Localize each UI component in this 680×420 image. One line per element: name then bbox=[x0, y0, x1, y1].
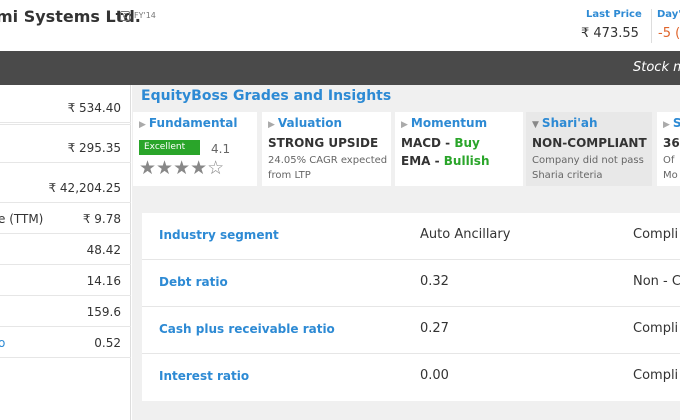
day-change-value: -5 ( bbox=[658, 26, 680, 41]
shariah-card[interactable]: ▼ Shari'ah NON-COMPLIANT Company did not … bbox=[526, 112, 652, 186]
metric-row: ₹ 42,204.25 bbox=[0, 163, 131, 203]
metric-value: ₹ 295.35 bbox=[67, 141, 121, 155]
metric-label[interactable]: o bbox=[0, 336, 5, 350]
excellent-badge: Excellent bbox=[139, 140, 200, 155]
next-grade-title[interactable]: ▶ S bbox=[663, 116, 680, 130]
day-change-label: Day' bbox=[657, 9, 680, 20]
table-row: Industry segment Auto Ancillary Compli bbox=[142, 213, 680, 260]
ema-label: EMA - bbox=[401, 154, 444, 168]
ema-line: EMA - Bullish bbox=[401, 154, 489, 168]
expand-triangle-icon: ▶ bbox=[401, 120, 408, 130]
macd-value: Buy bbox=[454, 136, 480, 150]
row-label[interactable]: Debt ratio bbox=[159, 275, 228, 289]
row-status: Non - C bbox=[633, 274, 680, 289]
valuation-line1: 24.05% CAGR expected bbox=[268, 155, 388, 166]
row-value: Auto Ancillary bbox=[420, 227, 511, 242]
metric-value: 14.16 bbox=[86, 274, 121, 288]
star-rating: ★★★★☆ bbox=[139, 157, 225, 179]
metric-label: e (TTM) bbox=[0, 212, 44, 226]
stock-nav-text[interactable]: Stock m bbox=[633, 60, 680, 75]
metric-value: ₹ 42,204.25 bbox=[48, 181, 121, 195]
row-status: Compli bbox=[633, 321, 679, 336]
next-grade-line2: Mo bbox=[663, 170, 678, 181]
expand-triangle-icon: ▶ bbox=[139, 120, 146, 130]
valuation-card[interactable]: ▶ Valuation STRONG UPSIDE 24.05% CAGR exp… bbox=[262, 112, 391, 186]
metric-value: 48.42 bbox=[86, 243, 121, 257]
metric-row: 14.16 bbox=[0, 265, 131, 296]
metric-value: ₹ 9.78 bbox=[82, 212, 121, 226]
momentum-title[interactable]: ▶ Momentum bbox=[401, 116, 487, 130]
row-value: 0.00 bbox=[420, 368, 449, 383]
table-row: Debt ratio 0.32 Non - C bbox=[142, 260, 680, 307]
macd-line: MACD - Buy bbox=[401, 136, 480, 150]
last-price-label: Last Price bbox=[586, 9, 642, 20]
momentum-card[interactable]: ▶ Momentum MACD - Buy EMA - Bullish bbox=[395, 112, 523, 186]
metric-value: 0.52 bbox=[94, 336, 121, 350]
grades-title: EquityBoss Grades and Insights bbox=[141, 88, 392, 104]
row-label[interactable]: Cash plus receivable ratio bbox=[159, 322, 335, 336]
shariah-title[interactable]: ▼ Shari'ah bbox=[532, 116, 598, 130]
expand-triangle-icon: ▶ bbox=[663, 120, 670, 130]
fiscal-year-label: FY'14 bbox=[134, 11, 156, 20]
collapse-triangle-icon: ▼ bbox=[532, 120, 539, 130]
expand-triangle-icon: ▶ bbox=[268, 120, 275, 130]
stock-header: mi Systems Ltd. C FY'14 Last Price ₹ 473… bbox=[0, 0, 680, 50]
shariah-line1: Company did not pass bbox=[532, 155, 644, 166]
row-value: 0.27 bbox=[420, 321, 449, 336]
table-row: Interest ratio 0.00 Compli bbox=[142, 354, 680, 401]
stock-nav-bar: Stock m bbox=[0, 51, 680, 85]
fundamental-score: 4.1 bbox=[211, 142, 231, 156]
metric-row: 159.6 bbox=[0, 296, 131, 327]
next-grade-card[interactable]: ▶S 36. Of Mo bbox=[657, 112, 680, 186]
row-label[interactable]: Industry segment bbox=[159, 228, 279, 242]
fundamental-title-text: Fundamental bbox=[148, 116, 238, 130]
table-row: Cash plus receivable ratio 0.27 Compli bbox=[142, 307, 680, 354]
consolidated-icon[interactable]: C bbox=[120, 11, 130, 21]
row-status: Compli bbox=[633, 368, 679, 383]
key-metrics-panel: ₹ 534.40 ₹ 295.35 ₹ 42,204.25 e (TTM) ₹ 9.78… bbox=[0, 85, 131, 420]
fundamental-title[interactable]: ▶ Fundamental bbox=[139, 116, 237, 130]
next-grade-title-text: S bbox=[672, 116, 680, 130]
fundamental-card[interactable]: ▶ Fundamental Excellent 4.1 ★★★★☆ bbox=[133, 112, 257, 186]
row-status: Compli bbox=[633, 227, 679, 242]
metric-row-1 bbox=[0, 85, 131, 125]
next-grade-line1: Of bbox=[663, 155, 675, 166]
valuation-headline: STRONG UPSIDE bbox=[268, 136, 379, 150]
valuation-title[interactable]: ▶ Valuation bbox=[268, 116, 342, 130]
metric-row: ₹ 295.35 bbox=[0, 123, 131, 163]
valuation-line2: from LTP bbox=[268, 170, 311, 181]
metric-row: o 0.52 bbox=[0, 327, 131, 358]
next-grade-headline: 36. bbox=[663, 136, 680, 150]
metric-row: 48.42 bbox=[0, 234, 131, 265]
row-value: 0.32 bbox=[420, 274, 449, 289]
shariah-title-text: Shari'ah bbox=[541, 116, 598, 130]
valuation-title-text: Valuation bbox=[277, 116, 343, 130]
momentum-title-text: Momentum bbox=[410, 116, 488, 130]
shariah-line2: Sharia criteria bbox=[532, 170, 603, 181]
ema-value: Bullish bbox=[443, 154, 490, 168]
last-price-value: ₹ 473.55 bbox=[581, 26, 639, 41]
metric-row: e (TTM) ₹ 9.78 bbox=[0, 203, 131, 234]
row-label[interactable]: Interest ratio bbox=[159, 369, 249, 383]
shariah-headline: NON-COMPLIANT bbox=[532, 136, 647, 150]
shariah-compliance-table: Industry segment Auto Ancillary Compli D… bbox=[142, 213, 680, 401]
metric-value: 159.6 bbox=[86, 305, 121, 319]
macd-label: MACD - bbox=[401, 136, 455, 150]
header-divider bbox=[651, 9, 652, 43]
